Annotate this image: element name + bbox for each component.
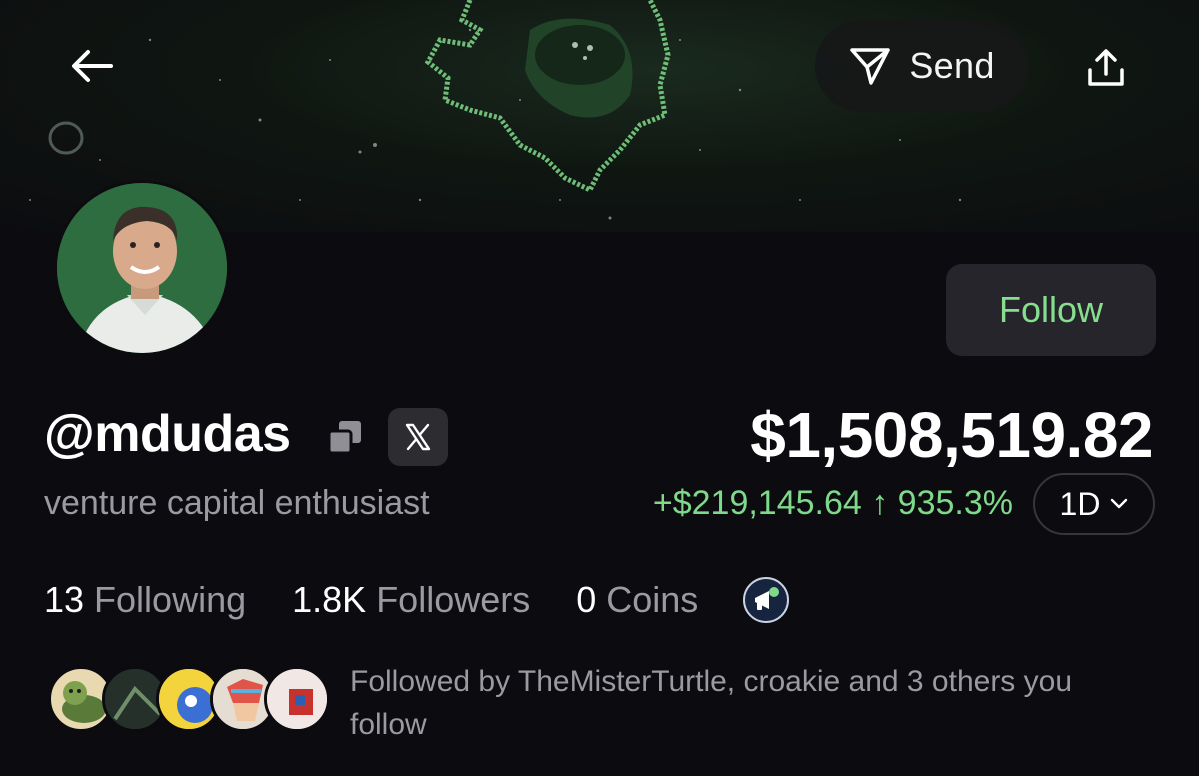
profile-bio: venture capital enthusiast <box>44 484 430 522</box>
followed-by-avatars[interactable] <box>48 666 330 734</box>
stat-value: 1.8K <box>292 579 367 620</box>
share-upload-icon <box>1088 49 1124 86</box>
portfolio-balance: $1,508,519.82 <box>750 399 1153 471</box>
portfolio-change: +$219,145.64 ↑ 935.3% <box>652 484 1013 522</box>
send-label: Send <box>909 45 995 86</box>
chevron-down-icon <box>1111 498 1128 509</box>
x-logo-icon <box>405 423 431 451</box>
stat-label: Following <box>94 579 247 620</box>
stat-coins[interactable]: 0 Coins <box>576 579 698 621</box>
profile-handle: @mdudas <box>44 405 291 463</box>
stat-value: 13 <box>44 579 85 620</box>
stat-value: 0 <box>576 579 597 620</box>
paper-plane-icon <box>850 48 891 85</box>
stat-label: Followers <box>376 579 531 620</box>
arrow-left-icon <box>72 50 113 82</box>
red-avatar-icon <box>267 669 327 729</box>
send-button[interactable]: Send <box>815 20 1029 112</box>
back-button[interactable] <box>60 38 124 94</box>
follower-avatar <box>264 666 330 732</box>
share-button[interactable] <box>1070 40 1142 96</box>
stat-label: Coins <box>606 579 699 620</box>
megaphone-badge-icon[interactable] <box>742 576 790 624</box>
avatar-portrait <box>57 183 227 353</box>
copy-glyph <box>327 421 361 455</box>
copy-icon[interactable] <box>326 418 364 456</box>
profile-avatar[interactable] <box>54 180 230 356</box>
x-social-button[interactable] <box>388 408 448 466</box>
period-selector[interactable]: 1D <box>1033 473 1155 535</box>
follow-button[interactable]: Follow <box>946 264 1156 356</box>
stat-followers[interactable]: 1.8K Followers <box>292 579 530 621</box>
stat-following[interactable]: 13 Following <box>44 579 246 621</box>
period-label: 1D <box>1059 485 1101 522</box>
followed-by-text[interactable]: Followed by TheMisterTurtle, croakie and… <box>350 660 1150 746</box>
profile-stats: 13 Following 1.8K Followers 0 Coins <box>44 576 790 624</box>
